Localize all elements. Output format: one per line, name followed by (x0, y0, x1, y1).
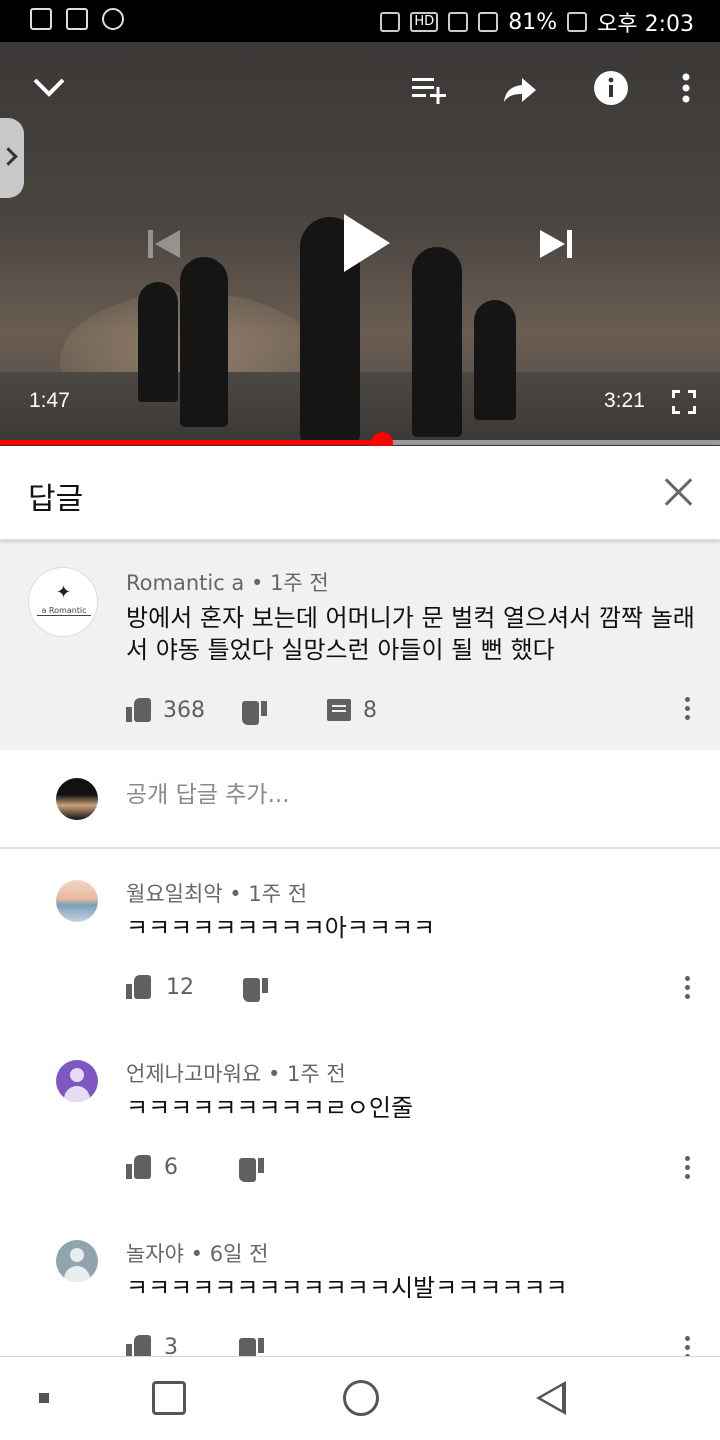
avatar (56, 778, 98, 820)
comment-actions: 3 (126, 1332, 264, 1356)
like-count: 368 (163, 697, 205, 723)
dislike-icon[interactable] (242, 978, 268, 1002)
dancer-silhouette (180, 257, 228, 427)
comment-text: ㅋㅋㅋㅋㅋㅋㅋㅋㅋㄹㅇ인줄 (126, 1094, 414, 1122)
recent-apps-icon[interactable] (152, 1381, 186, 1415)
dislike-icon[interactable] (241, 701, 267, 725)
dancer-silhouette (474, 300, 516, 420)
like-count: 6 (164, 1154, 178, 1180)
app-icon (66, 8, 88, 30)
comment-meta: 놀자야 • 6일 전 (126, 1238, 268, 1268)
reply-icon[interactable] (327, 699, 351, 721)
bluetooth-icon (380, 12, 401, 32)
like-count: 3 (164, 1334, 178, 1357)
collapse-chevron-icon[interactable] (32, 76, 66, 98)
share-icon[interactable] (502, 76, 538, 104)
more-vert-icon[interactable] (685, 1156, 691, 1182)
like-icon[interactable] (126, 975, 152, 999)
more-vert-icon[interactable] (685, 1336, 691, 1356)
meta-separator: • (250, 571, 264, 595)
current-time: 1:47 (29, 389, 70, 412)
dancer-silhouette (412, 247, 462, 437)
status-bar: HD 81% 오후 2:03 (0, 0, 720, 42)
comment-age: 1주 전 (270, 571, 329, 595)
comment-author[interactable]: 놀자야 (126, 1242, 184, 1266)
dislike-icon[interactable] (238, 1158, 264, 1182)
add-to-playlist-icon[interactable] (410, 76, 448, 104)
battery-icon (567, 12, 588, 32)
replies-title: 답글 (28, 482, 84, 517)
add-reply-row (0, 750, 720, 849)
list-item: 언제나고마워요 • 1주 전 ㅋㅋㅋㅋㅋㅋㅋㅋㅋㄹㅇ인줄 6 (0, 1030, 720, 1210)
comment-text: ㅋㅋㅋㅋㅋㅋㅋㅋㅋ아ㅋㅋㅋㅋ (126, 914, 436, 942)
progress-fill (0, 440, 382, 445)
comment-meta: 월요일최악 • 1주 전 (126, 878, 307, 908)
total-time: 3:21 (604, 389, 645, 412)
clock: 오후 2:03 (597, 12, 694, 37)
next-icon[interactable] (538, 226, 574, 262)
like-icon[interactable] (126, 698, 152, 722)
comment-author[interactable]: 언제나고마워요 (126, 1062, 261, 1086)
system-nav-bar (0, 1356, 720, 1440)
nav-dot-icon[interactable] (39, 1393, 49, 1403)
like-icon[interactable] (126, 1335, 152, 1356)
comment-author[interactable]: 월요일최악 (126, 882, 223, 906)
notification-icons (30, 8, 124, 30)
dancer-silhouette (138, 282, 178, 402)
replies-header: 답글 (0, 446, 720, 540)
more-vert-icon[interactable] (685, 697, 691, 723)
play-icon[interactable] (340, 212, 392, 274)
more-vert-icon[interactable] (680, 72, 692, 104)
wifi-icon (448, 12, 469, 32)
avatar[interactable]: ✦ a Romantic (28, 567, 98, 637)
reply-input[interactable] (126, 782, 666, 808)
comment-actions: 12 (126, 972, 268, 1002)
comment-actions: 368 8 (126, 695, 377, 725)
battery-percent: 81% (508, 9, 558, 35)
avatar[interactable] (56, 880, 98, 922)
logo-star-icon: ✦ (56, 582, 72, 603)
like-icon[interactable] (126, 1155, 152, 1179)
side-tab-handle[interactable] (0, 118, 24, 198)
comment-meta: Romantic a • 1주 전 (126, 567, 329, 597)
main-comment: ✦ a Romantic Romantic a • 1주 전 방에서 혼자 보는… (0, 540, 720, 750)
avatar[interactable] (56, 1240, 98, 1282)
list-item: 놀자야 • 6일 전 ㅋㅋㅋㅋㅋㅋㅋㅋㅋㅋㅋㅋ시발ㅋㅋㅋㅋㅋㅋ 3 (0, 1210, 720, 1356)
more-vert-icon[interactable] (685, 976, 691, 1002)
avatar[interactable] (56, 1060, 98, 1102)
reply-count: 8 (363, 697, 377, 723)
meta-separator: • (267, 1062, 281, 1086)
comment-age: 1주 전 (287, 1062, 346, 1086)
comment-text: 방에서 혼자 보는데 어머니가 문 벌컥 열으셔서 깜짝 놀래서 야동 틀었다 … (126, 604, 695, 664)
system-indicators: HD 81% 오후 2:03 (380, 6, 694, 38)
dislike-icon[interactable] (238, 1338, 264, 1356)
back-icon[interactable] (536, 1381, 566, 1415)
like-count: 12 (166, 974, 194, 1000)
home-icon[interactable] (343, 1380, 379, 1416)
video-player[interactable]: 1:47 3:21 (0, 42, 720, 446)
progress-bar[interactable] (0, 432, 720, 454)
hd-icon: HD (410, 12, 439, 32)
avatar-logo-text: a Romantic (37, 606, 91, 616)
gallery-icon (30, 8, 52, 30)
comment-age: 1주 전 (248, 882, 308, 906)
close-icon[interactable] (664, 478, 692, 506)
comment-text: ㅋㅋㅋㅋㅋㅋㅋㅋㅋㅋㅋㅋ시발ㅋㅋㅋㅋㅋㅋ (126, 1274, 568, 1302)
comment-meta: 언제나고마워요 • 1주 전 (126, 1058, 346, 1088)
cup-icon (102, 8, 124, 30)
info-icon[interactable] (593, 70, 629, 106)
meta-separator: • (229, 882, 242, 906)
comment-actions: 6 (126, 1152, 264, 1182)
list-item: 월요일최악 • 1주 전 ㅋㅋㅋㅋㅋㅋㅋㅋㅋ아ㅋㅋㅋㅋ 12 (0, 850, 720, 1030)
comment-age: 6일 전 (209, 1242, 269, 1266)
previous-icon[interactable] (146, 226, 182, 262)
fullscreen-icon[interactable] (672, 390, 696, 414)
signal-icon (478, 12, 499, 32)
comment-author[interactable]: Romantic a (126, 571, 244, 595)
meta-separator: • (190, 1242, 204, 1266)
